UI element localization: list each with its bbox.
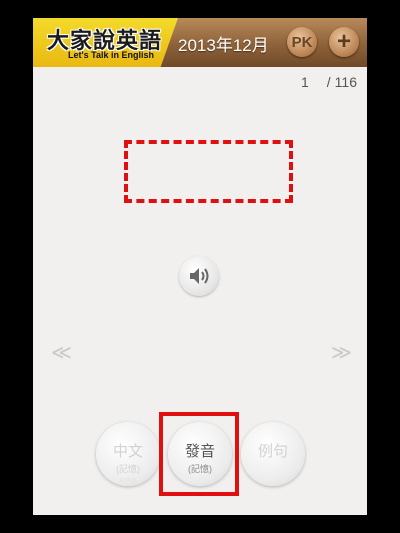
- plus-icon: +: [336, 28, 351, 55]
- total-pages: 116: [334, 74, 357, 90]
- chinese-mode-label: 中文: [112, 443, 143, 460]
- issue-date: 2013年12月: [178, 36, 269, 55]
- header-bar: 大家說英語 Let's Talk in English 2013年12月 PK …: [33, 18, 367, 67]
- page-counter: 1 /116: [301, 74, 357, 90]
- example-mode-label: 例句: [257, 443, 288, 460]
- chevron-right-icon[interactable]: ≫: [331, 340, 352, 365]
- add-button[interactable]: +: [329, 27, 359, 57]
- play-audio-button[interactable]: [179, 256, 219, 296]
- speaker-icon: [190, 268, 209, 284]
- app-screen: 大家說英語 Let's Talk in English 2013年12月 PK …: [33, 18, 367, 515]
- chevron-left-icon[interactable]: ≪: [51, 340, 72, 365]
- dots-indicator: ○○○: [119, 475, 137, 484]
- word-display-area[interactable]: [124, 140, 293, 203]
- page-separator: /: [326, 74, 331, 90]
- app-logo: 大家說英語 Let's Talk in English: [33, 18, 178, 67]
- chinese-mode-button[interactable]: 中文 (記憶) ○○○: [96, 422, 160, 486]
- pk-button[interactable]: PK: [287, 27, 317, 57]
- logo-subtitle: Let's Talk in English: [68, 50, 154, 60]
- chinese-mode-sublabel: (記憶): [116, 464, 140, 474]
- example-mode-button[interactable]: 例句: [241, 422, 305, 486]
- current-page: 1: [300, 74, 309, 90]
- highlight-box: [159, 412, 239, 496]
- pk-button-label: PK: [291, 33, 313, 51]
